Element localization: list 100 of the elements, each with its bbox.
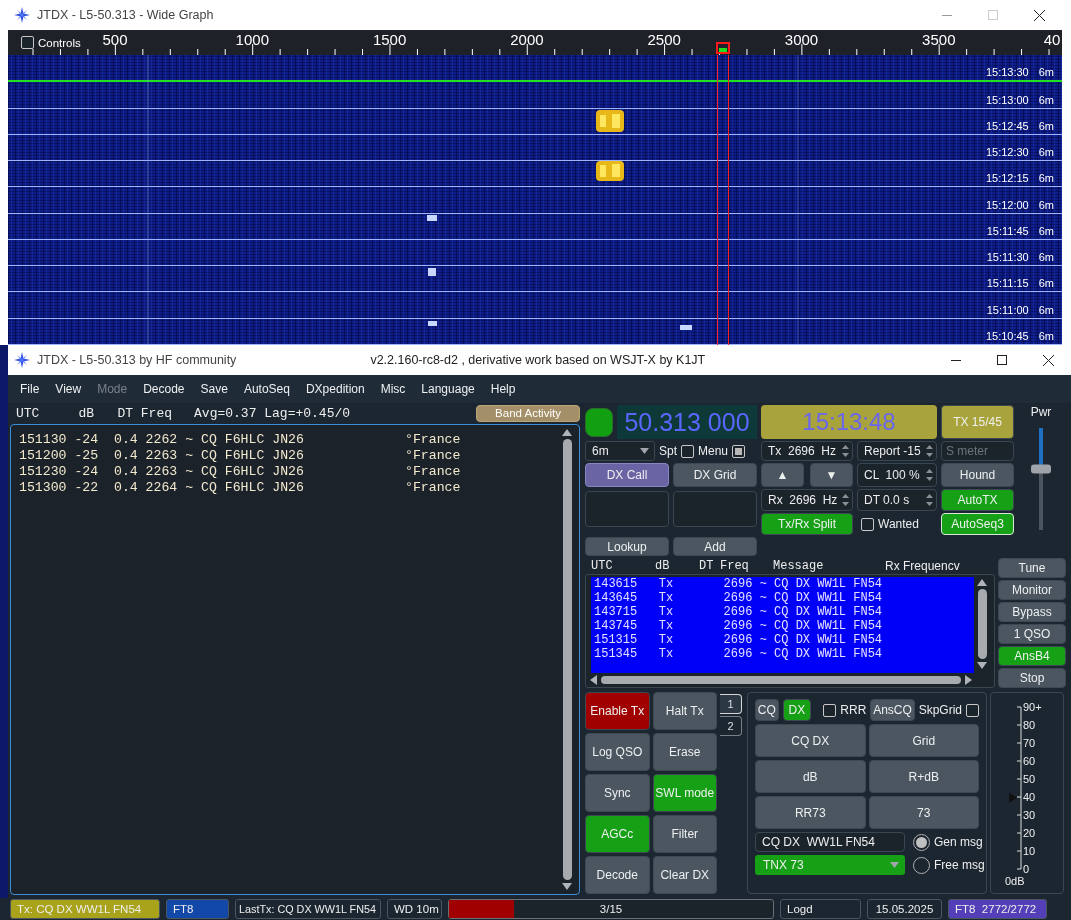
- menu-item[interactable]: View: [47, 382, 90, 396]
- slider-thumb[interactable]: [1031, 464, 1051, 474]
- action-button[interactable]: Clear DX: [652, 856, 717, 894]
- report-spinbox[interactable]: Report -15: [857, 441, 937, 461]
- time-label: 15:12:45: [985, 119, 1029, 132]
- action-button[interactable]: Log QSO: [585, 733, 650, 771]
- toggle-button[interactable]: Hound: [941, 463, 1014, 487]
- action-button[interactable]: Decode: [585, 856, 650, 894]
- side-button[interactable]: Bypass: [998, 602, 1066, 622]
- checkbox[interactable]: [861, 517, 874, 531]
- log-entry[interactable]: 151345 Tx 2696 ~ CQ DX WW1L FN54: [594, 647, 974, 661]
- scroll-down-icon: [977, 662, 987, 669]
- vertical-scrollbar[interactable]: [974, 579, 990, 669]
- generated-message-field[interactable]: CQ DX WW1L FN54: [755, 832, 905, 852]
- dx-call-button[interactable]: DX Call: [585, 463, 669, 487]
- action-button[interactable]: Erase: [652, 733, 717, 771]
- vertical-scrollbar[interactable]: [559, 429, 575, 890]
- decode-text[interactable]: 151300 -22 0.4 2264 ~ CQ F6HLC JN26: [19, 480, 405, 496]
- message-button[interactable]: dB: [755, 760, 866, 793]
- dx-grid-field[interactable]: [673, 491, 757, 527]
- checkbox[interactable]: [732, 444, 746, 458]
- menu-item[interactable]: DXpedition: [297, 382, 373, 396]
- spin-arrows-icon: [841, 443, 850, 459]
- decode-text[interactable]: 151130 -24 0.4 2262 ~ CQ F6HLC JN26: [19, 432, 405, 448]
- action-button[interactable]: Enable Tx: [585, 692, 650, 730]
- band-label: 6m: [1038, 146, 1054, 159]
- cq-button[interactable]: CQ: [755, 699, 779, 721]
- action-button[interactable]: Halt Tx: [652, 692, 717, 730]
- action-button[interactable]: Sync: [585, 774, 650, 812]
- dx-grid-button[interactable]: DX Grid: [673, 463, 757, 487]
- utc-clock: 15:13:48: [761, 405, 937, 439]
- radio-label: Free msg: [934, 858, 985, 872]
- band-label: 6m: [1038, 224, 1054, 237]
- checkbox[interactable]: [966, 703, 979, 717]
- meter-tick-label: 80: [1023, 719, 1036, 731]
- message-button[interactable]: RR73: [755, 796, 866, 829]
- message-button[interactable]: 73: [868, 796, 979, 829]
- decode-text[interactable]: 151200 -25 0.4 2263 ~ CQ F6HLC JN26: [19, 448, 405, 464]
- message-button[interactable]: R+dB: [868, 760, 979, 793]
- decode-text[interactable]: 151230 -24 0.4 2263 ~ CQ F6HLC JN26: [19, 464, 405, 480]
- time-label: 15:11:15: [986, 277, 1029, 290]
- dt-spinbox[interactable]: DT 0.0 s: [857, 489, 937, 511]
- minimize-icon: [951, 359, 961, 361]
- status-decoder: FT8 2772/2772: [948, 899, 1047, 919]
- frequency-display: 50.313 000: [617, 405, 757, 439]
- message-button[interactable]: CQ DX: [755, 724, 866, 757]
- caret-icon: [890, 862, 899, 868]
- country-label: °France: [405, 432, 462, 448]
- checkbox[interactable]: [823, 703, 837, 717]
- tab[interactable]: 2: [720, 716, 742, 736]
- cl-spinbox[interactable]: CL 100 %: [857, 463, 937, 487]
- dx-call-field[interactable]: [585, 491, 669, 527]
- tx-frequency-spinbox[interactable]: Tx 2696 Hz: [761, 441, 853, 461]
- checkbox[interactable]: [21, 36, 34, 49]
- time-label: 15:11:30: [986, 251, 1029, 264]
- checkbox-label: Spt: [659, 444, 677, 458]
- menu-item[interactable]: Language: [413, 382, 483, 396]
- column-header: DT: [699, 559, 715, 573]
- menu-item[interactable]: Misc: [372, 382, 414, 396]
- scale-label: 3500: [922, 31, 956, 48]
- ans-cq-button[interactable]: AnsCQ: [870, 699, 915, 721]
- band-select[interactable]: 6m: [585, 441, 655, 461]
- menu-item[interactable]: Help: [482, 382, 524, 396]
- rx-frequency-spinbox[interactable]: Rx 2696 Hz: [761, 489, 853, 511]
- tab[interactable]: 1: [720, 694, 742, 714]
- checkbox-label: Menu: [698, 444, 729, 458]
- scale-label: 500: [102, 31, 128, 48]
- log-entry[interactable]: 143715 Tx 2696 ~ CQ DX WW1L FN54: [594, 605, 974, 619]
- side-button[interactable]: Monitor: [998, 580, 1066, 600]
- caret-icon: [640, 448, 649, 454]
- band-label: 6m: [1038, 329, 1054, 342]
- lookup-button[interactable]: Lookup: [585, 537, 669, 556]
- app-logo-icon: [14, 7, 30, 23]
- band-label: 6m: [1038, 93, 1054, 106]
- add-button[interactable]: Add: [673, 537, 757, 556]
- arrow-button[interactable]: ▲: [761, 463, 804, 487]
- log-entry[interactable]: 143645 Tx 2696 ~ CQ DX WW1L FN54: [594, 591, 974, 605]
- menu-item[interactable]: File: [12, 382, 48, 396]
- band-label: 6m: [1038, 172, 1054, 185]
- meter-tick-label: 70: [1023, 737, 1036, 749]
- version-text: v2.2.160-rc8-d2 , derivative work based on WSJT-X by K1JT: [370, 353, 706, 367]
- band-label: 6m: [1038, 119, 1054, 132]
- side-button[interactable]: Tune: [998, 558, 1066, 578]
- time-label: 15:13:00: [985, 93, 1029, 106]
- menu-item[interactable]: Decode: [135, 382, 193, 396]
- spin-arrows-icon: [841, 492, 850, 508]
- menu-item[interactable]: AutoSeq: [235, 382, 298, 396]
- log-entry[interactable]: 143615 Tx 2696 ~ CQ DX WW1L FN54: [594, 577, 974, 591]
- column-header: dB: [655, 559, 671, 573]
- log-entry[interactable]: 143745 Tx 2696 ~ CQ DX WW1L FN54: [594, 619, 974, 633]
- action-button[interactable]: Filter: [652, 815, 717, 853]
- spin-arrows-icon: [925, 492, 934, 508]
- menu-item[interactable]: Save: [192, 382, 236, 396]
- checkbox[interactable]: [681, 444, 694, 458]
- message-button[interactable]: Grid: [868, 724, 979, 757]
- side-button[interactable]: 1 QSO: [998, 624, 1066, 644]
- column-header: Rx Frequencv: [885, 559, 961, 573]
- log-entry[interactable]: 151315 Tx 2696 ~ CQ DX WW1L FN54: [594, 633, 974, 647]
- arrow-button[interactable]: ▼: [810, 463, 853, 487]
- side-button[interactable]: Stop: [998, 668, 1066, 688]
